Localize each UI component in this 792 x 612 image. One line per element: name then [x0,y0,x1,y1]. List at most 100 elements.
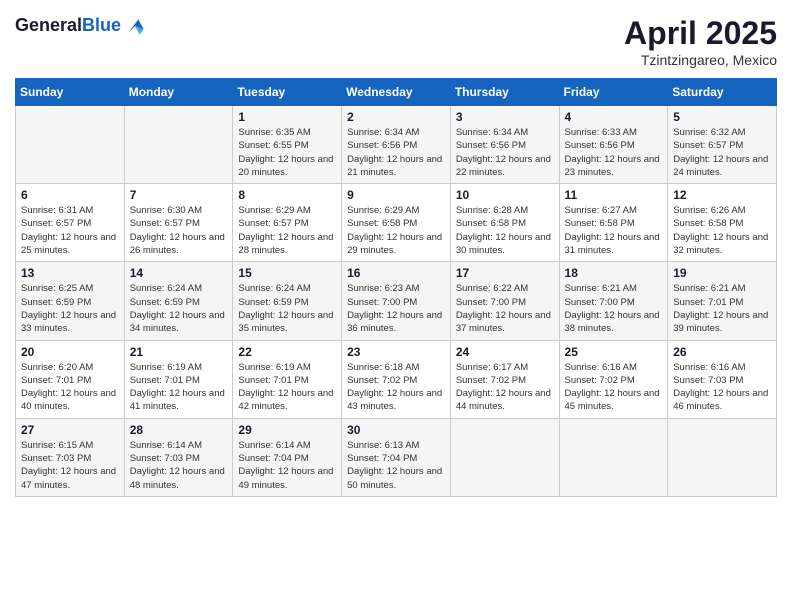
day-info: Sunrise: 6:24 AM Sunset: 6:59 PM Dayligh… [238,282,336,335]
calendar-cell [559,418,668,496]
calendar-week-4: 20Sunrise: 6:20 AM Sunset: 7:01 PM Dayli… [16,340,777,418]
day-info: Sunrise: 6:20 AM Sunset: 7:01 PM Dayligh… [21,361,119,414]
weekday-header-sunday: Sunday [16,79,125,106]
day-number: 11 [565,188,663,202]
calendar-cell: 22 Sunrise: 6:19 AM Sunset: 7:01 PM Dayli… [233,340,342,418]
day-number: 2 [347,110,445,124]
day-number: 1 [238,110,336,124]
day-info: Sunrise: 6:25 AM Sunset: 6:59 PM Dayligh… [21,282,119,335]
day-number: 12 [673,188,771,202]
day-number: 10 [456,188,554,202]
calendar-cell: 5 Sunrise: 6:32 AM Sunset: 6:57 PM Daylig… [668,106,777,184]
day-number: 28 [130,423,228,437]
day-number: 26 [673,345,771,359]
day-info: Sunrise: 6:19 AM Sunset: 7:01 PM Dayligh… [130,361,228,414]
day-info: Sunrise: 6:22 AM Sunset: 7:00 PM Dayligh… [456,282,554,335]
day-number: 29 [238,423,336,437]
calendar-cell [16,106,125,184]
day-info: Sunrise: 6:31 AM Sunset: 6:57 PM Dayligh… [21,204,119,257]
calendar-cell: 25 Sunrise: 6:16 AM Sunset: 7:02 PM Dayli… [559,340,668,418]
day-number: 7 [130,188,228,202]
day-info: Sunrise: 6:16 AM Sunset: 7:02 PM Dayligh… [565,361,663,414]
calendar-cell: 9Sunrise: 6:29 AM Sunset: 6:58 PM Daylig… [342,184,451,262]
day-number: 14 [130,266,228,280]
day-number: 22 [238,345,336,359]
calendar-week-1: 1 Sunrise: 6:35 AM Sunset: 6:55 PM Daylig… [16,106,777,184]
day-number: 19 [673,266,771,280]
calendar-cell: 14 Sunrise: 6:24 AM Sunset: 6:59 PM Dayli… [124,262,233,340]
calendar-body: 1 Sunrise: 6:35 AM Sunset: 6:55 PM Daylig… [16,106,777,497]
day-info: Sunrise: 6:34 AM Sunset: 6:56 PM Dayligh… [347,126,445,179]
calendar-cell: 26 Sunrise: 6:16 AM Sunset: 7:03 PM Dayli… [668,340,777,418]
calendar-table: SundayMondayTuesdayWednesdayThursdayFrid… [15,78,777,497]
day-info: Sunrise: 6:14 AM Sunset: 7:03 PM Dayligh… [130,439,228,492]
calendar-cell: 19 Sunrise: 6:21 AM Sunset: 7:01 PM Dayli… [668,262,777,340]
calendar-cell: 24 Sunrise: 6:17 AM Sunset: 7:02 PM Dayli… [450,340,559,418]
calendar-cell: 1 Sunrise: 6:35 AM Sunset: 6:55 PM Daylig… [233,106,342,184]
weekday-header-thursday: Thursday [450,79,559,106]
title-block: April 2025 Tzintzingareo, Mexico [624,15,777,68]
location-text: Tzintzingareo, Mexico [624,52,777,68]
day-info: Sunrise: 6:28 AM Sunset: 6:58 PM Dayligh… [456,204,554,257]
calendar-cell: 29 Sunrise: 6:14 AM Sunset: 7:04 PM Dayli… [233,418,342,496]
day-number: 27 [21,423,119,437]
calendar-cell [450,418,559,496]
day-number: 15 [238,266,336,280]
day-info: Sunrise: 6:27 AM Sunset: 6:58 PM Dayligh… [565,204,663,257]
calendar-week-5: 27 Sunrise: 6:15 AM Sunset: 7:03 PM Dayli… [16,418,777,496]
calendar-cell: 3 Sunrise: 6:34 AM Sunset: 6:56 PM Daylig… [450,106,559,184]
day-number: 25 [565,345,663,359]
day-number: 30 [347,423,445,437]
calendar-cell: 28 Sunrise: 6:14 AM Sunset: 7:03 PM Dayli… [124,418,233,496]
day-info: Sunrise: 6:30 AM Sunset: 6:57 PM Dayligh… [130,204,228,257]
month-title: April 2025 [624,15,777,52]
day-number: 18 [565,266,663,280]
day-info: Sunrise: 6:21 AM Sunset: 7:01 PM Dayligh… [673,282,771,335]
calendar-cell: 7 Sunrise: 6:30 AM Sunset: 6:57 PM Daylig… [124,184,233,262]
logo-icon [125,16,145,36]
calendar-cell: 13 Sunrise: 6:25 AM Sunset: 6:59 PM Dayli… [16,262,125,340]
day-number: 8 [238,188,336,202]
day-info: Sunrise: 6:16 AM Sunset: 7:03 PM Dayligh… [673,361,771,414]
page-header: GeneralBlue April 2025 Tzintzingareo, Me… [15,15,777,68]
day-info: Sunrise: 6:14 AM Sunset: 7:04 PM Dayligh… [238,439,336,492]
calendar-cell: 4Sunrise: 6:33 AM Sunset: 6:56 PM Daylig… [559,106,668,184]
calendar-cell: 23 Sunrise: 6:18 AM Sunset: 7:02 PM Dayli… [342,340,451,418]
day-info: Sunrise: 6:24 AM Sunset: 6:59 PM Dayligh… [130,282,228,335]
weekday-header-friday: Friday [559,79,668,106]
day-number: 9 [347,188,445,202]
logo-blue-text: Blue [82,15,121,35]
calendar-cell: 20Sunrise: 6:20 AM Sunset: 7:01 PM Dayli… [16,340,125,418]
day-number: 24 [456,345,554,359]
day-info: Sunrise: 6:19 AM Sunset: 7:01 PM Dayligh… [238,361,336,414]
day-info: Sunrise: 6:15 AM Sunset: 7:03 PM Dayligh… [21,439,119,492]
calendar-cell: 12 Sunrise: 6:26 AM Sunset: 6:58 PM Dayli… [668,184,777,262]
day-number: 3 [456,110,554,124]
day-number: 23 [347,345,445,359]
day-info: Sunrise: 6:34 AM Sunset: 6:56 PM Dayligh… [456,126,554,179]
day-number: 13 [21,266,119,280]
day-info: Sunrise: 6:26 AM Sunset: 6:58 PM Dayligh… [673,204,771,257]
calendar-cell: 11 Sunrise: 6:27 AM Sunset: 6:58 PM Dayli… [559,184,668,262]
day-number: 5 [673,110,771,124]
logo: GeneralBlue [15,15,145,36]
day-info: Sunrise: 6:17 AM Sunset: 7:02 PM Dayligh… [456,361,554,414]
calendar-cell: 17Sunrise: 6:22 AM Sunset: 7:00 PM Dayli… [450,262,559,340]
weekday-header-wednesday: Wednesday [342,79,451,106]
logo-general-text: General [15,15,82,35]
calendar-cell: 27 Sunrise: 6:15 AM Sunset: 7:03 PM Dayli… [16,418,125,496]
day-info: Sunrise: 6:13 AM Sunset: 7:04 PM Dayligh… [347,439,445,492]
day-info: Sunrise: 6:23 AM Sunset: 7:00 PM Dayligh… [347,282,445,335]
day-info: Sunrise: 6:29 AM Sunset: 6:57 PM Dayligh… [238,204,336,257]
day-number: 21 [130,345,228,359]
calendar-header: SundayMondayTuesdayWednesdayThursdayFrid… [16,79,777,106]
day-info: Sunrise: 6:18 AM Sunset: 7:02 PM Dayligh… [347,361,445,414]
day-number: 6 [21,188,119,202]
day-info: Sunrise: 6:32 AM Sunset: 6:57 PM Dayligh… [673,126,771,179]
calendar-cell: 18Sunrise: 6:21 AM Sunset: 7:00 PM Dayli… [559,262,668,340]
weekday-header-row: SundayMondayTuesdayWednesdayThursdayFrid… [16,79,777,106]
calendar-cell: 30 Sunrise: 6:13 AM Sunset: 7:04 PM Dayli… [342,418,451,496]
weekday-header-monday: Monday [124,79,233,106]
day-info: Sunrise: 6:35 AM Sunset: 6:55 PM Dayligh… [238,126,336,179]
calendar-cell: 15 Sunrise: 6:24 AM Sunset: 6:59 PM Dayli… [233,262,342,340]
